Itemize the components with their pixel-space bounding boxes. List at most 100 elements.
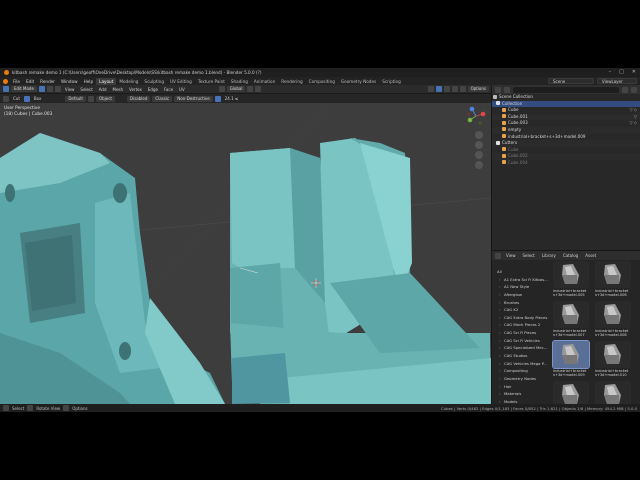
catalog-item[interactable]: › CAG K2 <box>495 306 555 314</box>
outliner-row[interactable]: Cube.002 <box>492 153 640 160</box>
outliner-row[interactable]: Cube.003 ▽ ◇ <box>492 120 640 127</box>
visibility-icons[interactable]: ▽ <box>634 114 637 121</box>
catalog-item[interactable]: › Geometry Nodes <box>495 375 555 383</box>
3d-viewport[interactable]: User Perspective (18) Cubes | Cube.003 <box>0 103 491 404</box>
outliner-search-input[interactable] <box>513 86 619 93</box>
asset-tile[interactable]: industrial+bracket s+3d+model.007 <box>553 301 589 343</box>
tab-geometry-nodes[interactable]: Geometry Nodes <box>338 78 379 85</box>
tab-rendering[interactable]: Rendering <box>278 78 305 85</box>
value-field[interactable]: 24.1 ≤ <box>223 96 241 101</box>
tab-compositing[interactable]: Compositing <box>306 78 338 85</box>
chevron-right-icon[interactable]: › <box>499 352 501 360</box>
default-selector[interactable]: Default <box>65 95 86 102</box>
shading-material-icon[interactable] <box>451 86 458 92</box>
chevron-right-icon[interactable]: › <box>499 283 501 291</box>
catalog-item[interactable]: › Compositing <box>495 367 555 375</box>
menu-add[interactable]: Add <box>97 87 109 92</box>
asset-menu-select[interactable]: Select <box>521 253 537 258</box>
chevron-right-icon[interactable]: › <box>499 344 501 352</box>
catalog-item[interactable]: › A1 Extra Sci Fi Kitbas... <box>495 276 555 284</box>
asset-tile[interactable]: industrial+bracket s+3d+model.009 <box>552 340 590 383</box>
tool-cut[interactable]: Cut <box>11 96 22 101</box>
scene-selector[interactable]: Scene <box>548 77 594 84</box>
asset-menu-view[interactable]: View <box>504 253 518 258</box>
pan-icon[interactable] <box>475 141 483 149</box>
editor-type-icon[interactable] <box>3 86 9 92</box>
catalog-item[interactable]: › CAG Sci Fi Pieces <box>495 329 555 337</box>
non-destructive-selector[interactable]: Non-Destructive <box>174 95 213 102</box>
catalog-item[interactable]: All <box>495 268 555 276</box>
new-collection-icon[interactable] <box>631 86 637 93</box>
chevron-right-icon[interactable]: › <box>499 375 501 383</box>
chevron-right-icon[interactable]: › <box>499 299 501 307</box>
mode-selector[interactable]: Edit Mode <box>11 86 37 92</box>
chevron-right-icon[interactable]: › <box>499 383 501 391</box>
visibility-icons[interactable]: ▽ ◇ <box>630 107 637 114</box>
menu-face[interactable]: Face <box>162 87 175 92</box>
menu-edit[interactable]: Edit <box>23 78 37 85</box>
menu-help[interactable]: Help <box>81 78 97 85</box>
chevron-right-icon[interactable]: › <box>499 390 501 398</box>
chevron-right-icon[interactable]: › <box>499 314 501 322</box>
catalog-item[interactable]: › CAG Vehicles Mega P... <box>495 360 555 368</box>
catalog-item[interactable]: › CAG Studios <box>495 352 555 360</box>
catalog-item[interactable]: › CAG Mech Pieces 2 <box>495 321 555 329</box>
shading-render-icon[interactable] <box>459 86 466 92</box>
chevron-right-icon[interactable]: › <box>499 329 501 337</box>
menu-select[interactable]: Select <box>78 87 94 92</box>
catalog-item[interactable]: › Afterglow <box>495 291 555 299</box>
asset-editor-icon[interactable] <box>495 252 501 259</box>
camera-view-icon[interactable] <box>475 151 483 159</box>
chevron-right-icon[interactable]: › <box>499 367 501 375</box>
menu-edge[interactable]: Edge <box>146 87 160 92</box>
proportional-edit-icon[interactable] <box>255 86 262 92</box>
tab-scripting[interactable]: Scripting <box>379 78 404 85</box>
outliner-row[interactable]: Collection <box>492 100 640 108</box>
cut-mode-icon[interactable] <box>23 95 30 102</box>
display-mode-icon[interactable] <box>504 86 510 93</box>
chevron-right-icon[interactable]: › <box>499 306 501 314</box>
outliner-row[interactable]: Cube.004 <box>492 160 640 167</box>
asset-tile[interactable]: industrial+bracket s+3d+model.010 <box>595 341 631 383</box>
face-select-icon[interactable] <box>54 86 61 92</box>
catalog-item[interactable]: › CAG Extra Body Pieces <box>495 314 555 322</box>
tab-texture-paint[interactable]: Texture Paint <box>195 78 228 85</box>
close-button[interactable]: ✕ <box>632 69 636 75</box>
zoom-icon[interactable] <box>475 131 483 139</box>
catalog-item[interactable]: › CAG Sci Fi Vehicles <box>495 337 555 345</box>
catalog-item[interactable]: › A1 New Style <box>495 283 555 291</box>
outliner-row[interactable]: empty <box>492 126 640 134</box>
menu-uv[interactable]: UV <box>177 87 187 92</box>
outliner-row[interactable]: Cube ▽ ◇ <box>492 107 640 114</box>
menu-window[interactable]: Window <box>58 78 81 85</box>
chevron-right-icon[interactable]: › <box>499 321 501 329</box>
tool-icon[interactable] <box>3 95 9 102</box>
tab-uv-editing[interactable]: UV Editing <box>167 78 195 85</box>
object-selector[interactable]: Object <box>95 95 115 102</box>
menu-file[interactable]: File <box>10 78 23 85</box>
asset-tile[interactable]: industrial+bracket s+3d+model.005 <box>553 261 589 303</box>
blender-menu-icon[interactable] <box>3 78 8 84</box>
outliner-row[interactable]: Cube.001 ▽ <box>492 113 640 121</box>
perspective-toggle-icon[interactable] <box>475 161 483 169</box>
asset-tile[interactable]: industrial+bracket s+3d+model.012 <box>595 381 631 405</box>
edge-select-icon[interactable] <box>46 86 53 92</box>
catalog-item[interactable]: › Hair <box>495 383 555 391</box>
minimize-button[interactable]: – <box>609 69 612 75</box>
chevron-right-icon[interactable]: › <box>499 291 501 299</box>
tab-sculpting[interactable]: Sculpting <box>141 78 167 85</box>
chevron-right-icon[interactable]: › <box>499 360 501 368</box>
menu-render[interactable]: Render <box>37 78 58 85</box>
tab-shading[interactable]: Shading <box>228 78 251 85</box>
outliner-row[interactable]: industrial+bracket+s+3d+model.009 <box>492 134 640 141</box>
tool-box[interactable]: Box <box>32 96 43 101</box>
outliner-row[interactable]: Cutters <box>492 140 640 147</box>
chevron-right-icon[interactable]: › <box>499 337 501 345</box>
maximize-button[interactable]: □ <box>619 69 624 75</box>
snap-icon[interactable] <box>247 86 254 92</box>
transform-pivot-icon[interactable] <box>218 86 225 92</box>
shading-solid-icon[interactable] <box>443 86 450 92</box>
menu-view[interactable]: View <box>63 87 77 92</box>
view-layer-selector[interactable]: ViewLayer <box>597 77 637 84</box>
chevron-right-icon[interactable]: › <box>499 276 501 284</box>
